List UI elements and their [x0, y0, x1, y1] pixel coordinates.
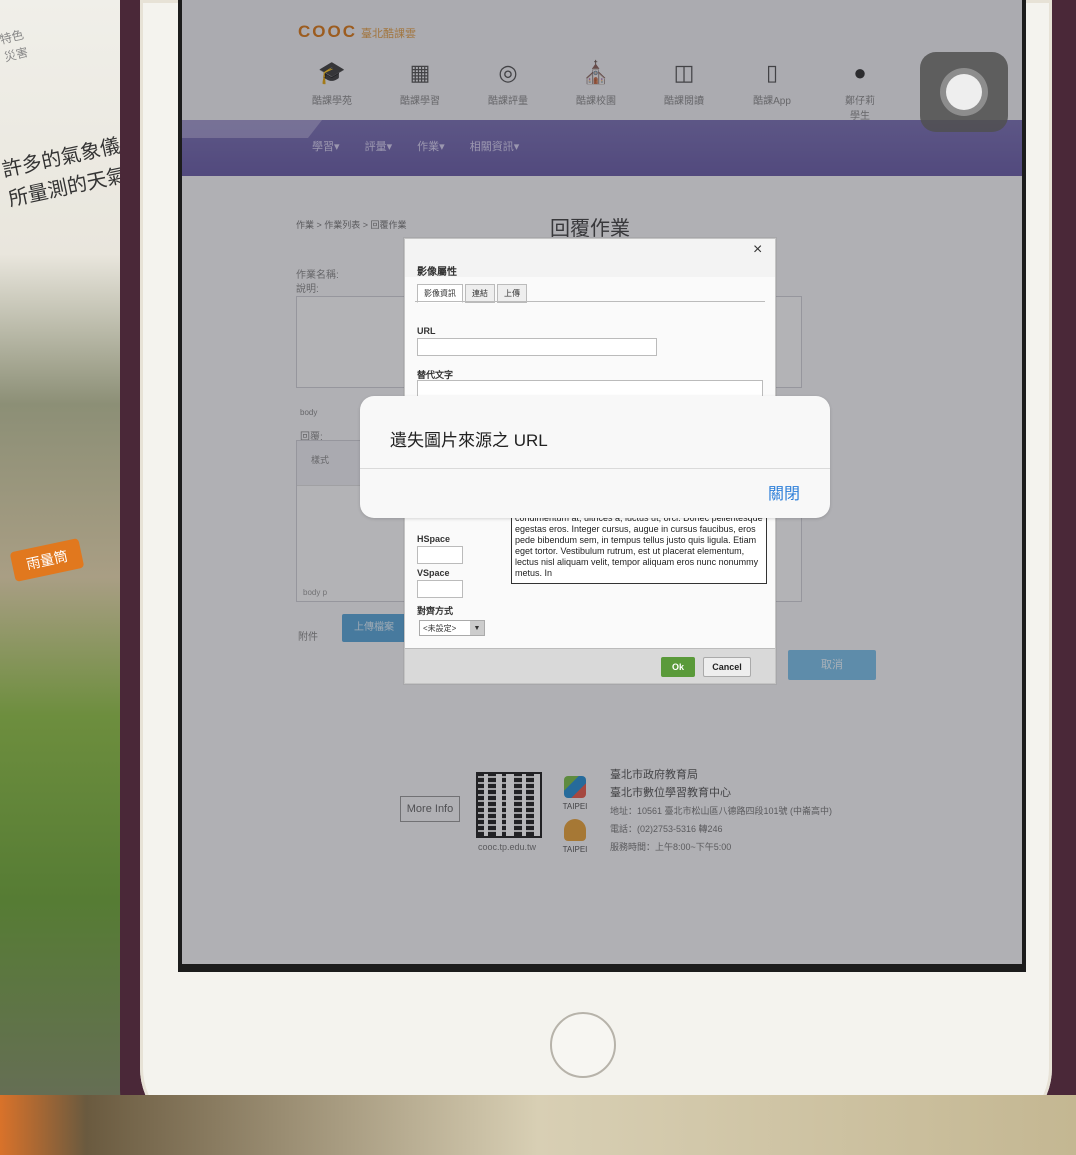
assistive-touch-icon[interactable] [920, 52, 1008, 132]
poster-rain-gauge-label: 雨量筒 [9, 538, 85, 582]
cancel-button[interactable]: Cancel [703, 657, 751, 677]
background-desk [0, 1095, 1076, 1155]
alert-message: 遺失圖片來源之 URL [390, 431, 548, 450]
alert-close-button[interactable]: 關閉 [768, 480, 800, 504]
assistive-touch-dot [946, 74, 982, 110]
hspace-label: HSpace [417, 534, 451, 544]
image-preview-text: condimentum at, ultrices a, luctus ut, o… [511, 510, 767, 584]
chevron-down-icon: ▼ [470, 621, 484, 635]
vspace-input[interactable] [417, 580, 463, 598]
close-icon[interactable]: × [753, 241, 762, 259]
dialog-header: 影像屬性 × [405, 239, 775, 278]
align-label: 對齊方式 [417, 606, 454, 616]
dialog-tabs: 影像資訊 連結 上傳 [417, 283, 529, 303]
alert-dialog: 遺失圖片來源之 URL 關閉 [360, 396, 830, 518]
alert-divider [360, 468, 830, 469]
dialog-title: 影像屬性 [417, 267, 457, 278]
ipad-screen: COOC 臺北酷課雲 🎓 酷課學苑 ▦ 酷課學習 ◎ 酷課評量 ⛪ 酷課校園 ◫… [178, 0, 1026, 972]
poster-top-text: 特色 災害 [0, 27, 30, 65]
home-button[interactable] [550, 1012, 616, 1078]
align-select[interactable]: <未設定> ▼ [419, 620, 485, 636]
ok-button[interactable]: Ok [661, 657, 695, 677]
vspace-label: VSpace [417, 568, 450, 578]
url-label: URL [417, 326, 436, 336]
hspace-input[interactable] [417, 546, 463, 564]
url-input[interactable] [417, 338, 657, 356]
align-value: <未設定> [423, 624, 457, 633]
web-page: COOC 臺北酷課雲 🎓 酷課學苑 ▦ 酷課學習 ◎ 酷課評量 ⛪ 酷課校園 ◫… [182, 0, 1022, 964]
dialog-footer: Ok Cancel [405, 648, 775, 683]
